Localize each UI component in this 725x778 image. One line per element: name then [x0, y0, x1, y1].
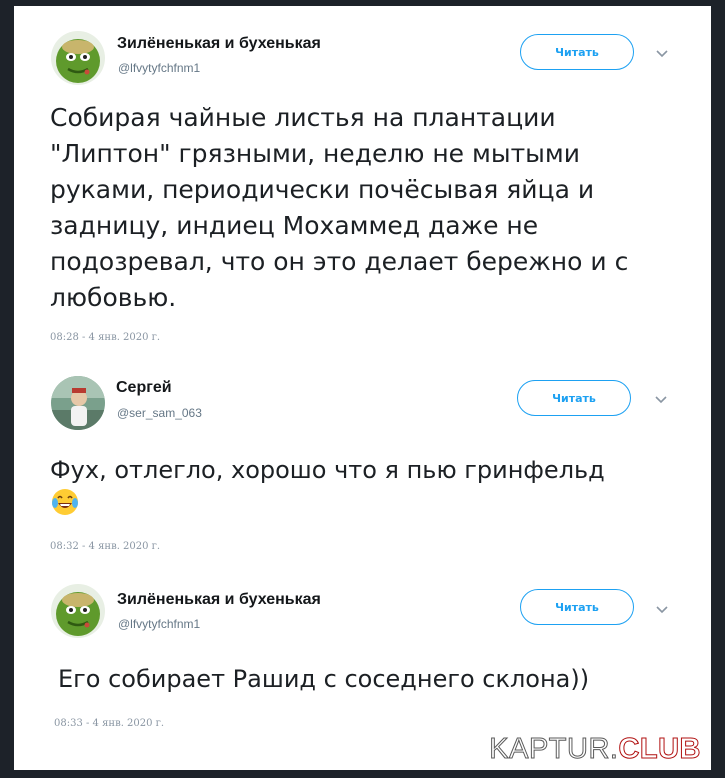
author-name[interactable]: Зилёненькая и бухенькая — [117, 35, 321, 53]
photo-avatar-icon — [51, 376, 105, 430]
author-handle[interactable]: @lfvytyfchfnm1 — [118, 61, 200, 75]
site-watermark: KAPTUR.CLUB — [489, 733, 701, 766]
tweet-text-line: Собирая чайные листья на плантации — [50, 103, 556, 132]
chevron-down-icon[interactable] — [655, 603, 669, 617]
tweet-timestamp[interactable]: 08:33 - 4 янв. 2020 г. — [54, 718, 164, 729]
tweet-timestamp[interactable]: 08:32 - 4 янв. 2020 г. — [50, 541, 160, 552]
tweet-text: Его собирает Рашид с соседнего склона)) — [58, 662, 589, 696]
author-handle[interactable]: @lfvytyfchfnm1 — [118, 617, 200, 631]
author-handle[interactable]: @ser_sam_063 — [117, 406, 202, 420]
tweet-text-line: подозревал, что он это делает бережно и … — [50, 247, 629, 276]
tweet-text-line: руками, периодически почёсывая яйца и — [50, 175, 595, 204]
tweet-text-line: "Липтон" грязными, неделю не мытыми — [50, 139, 581, 168]
tweet-text-line: задницу, индиец Мохаммед даже не — [50, 211, 539, 240]
avatar[interactable] — [51, 376, 105, 430]
avatar[interactable] — [51, 31, 105, 85]
watermark-part: CLUB — [618, 733, 701, 766]
tweet-text: Фух, отлегло, хорошо что я пью гринфельд — [50, 453, 605, 487]
tweet-text-line: любовью. — [50, 283, 177, 312]
watermark-part: KAPTUR. — [489, 733, 619, 766]
tweet-text: Собирая чайные листья на плантации "Липт… — [50, 100, 628, 316]
follow-button[interactable]: Читать — [520, 589, 634, 625]
follow-button[interactable]: Читать — [517, 380, 631, 416]
tweet-timestamp[interactable]: 08:28 - 4 янв. 2020 г. — [50, 332, 160, 343]
follow-button[interactable]: Читать — [520, 34, 634, 70]
chevron-down-icon[interactable] — [655, 47, 669, 61]
tweet-text-line: Его собирает Рашид с соседнего склона)) — [58, 665, 590, 693]
author-name[interactable]: Сергей — [116, 379, 172, 397]
chevron-down-icon[interactable] — [654, 393, 668, 407]
tweet-thread-card: Зилёненькая и бухенькая @lfvytyfchfnm1 Ч… — [14, 6, 711, 770]
green-frog-avatar-icon — [51, 584, 105, 638]
avatar[interactable] — [51, 584, 105, 638]
face-with-tears-of-joy-icon — [52, 489, 78, 515]
author-name[interactable]: Зилёненькая и бухенькая — [117, 591, 321, 609]
green-frog-avatar-icon — [51, 31, 105, 85]
tweet-text-line: Фух, отлегло, хорошо что я пью гринфельд — [50, 456, 605, 484]
